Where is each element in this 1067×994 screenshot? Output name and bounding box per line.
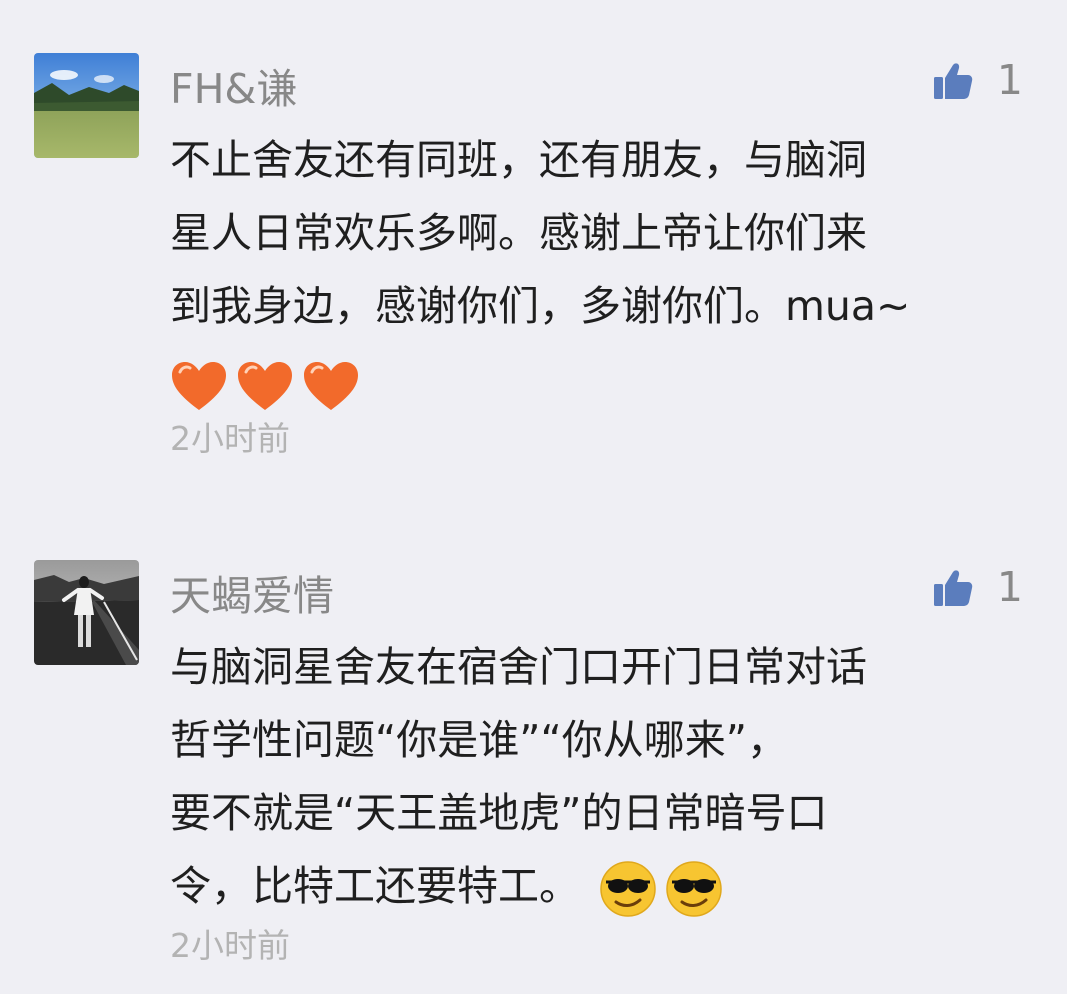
comment-timestamp: 2小时前	[170, 419, 290, 458]
like-count: 1	[996, 563, 1023, 611]
comment-text: 与脑洞星舍友在宿舍门口开门日常对话 哲学性问题“你是谁”“你从哪来”， 要不就是…	[170, 631, 1030, 923]
comment-username[interactable]: 天蝎爱情	[170, 576, 334, 617]
emoji-line	[170, 343, 1030, 416]
avatar[interactable]	[34, 53, 139, 158]
comment-text-line: 到我身边，感谢你们，多谢你们。mua~	[170, 282, 911, 330]
sunglasses-emoji	[600, 861, 656, 917]
thumbs-up-icon	[933, 62, 973, 99]
heart-emoji	[172, 362, 226, 410]
like-button[interactable]: 1	[933, 567, 1023, 608]
road-figure-avatar-image	[34, 560, 139, 665]
comment-text-line: 与脑洞星舍友在宿舍门口开门日常对话	[170, 643, 867, 691]
comment-text-line: 不止舍友还有同班，还有朋友，与脑洞	[170, 136, 867, 184]
comment-text-line: 哲学性问题“你是谁”“你从哪来”，	[170, 716, 788, 764]
heart-emoji	[304, 362, 358, 410]
like-button[interactable]: 1	[933, 60, 1023, 101]
landscape-avatar-image	[34, 53, 139, 158]
comment-username[interactable]: FH&谦	[170, 69, 297, 110]
emoji-row	[599, 860, 723, 918]
emoji-row	[170, 360, 360, 412]
comment-timestamp: 2小时前	[170, 926, 290, 965]
sunglasses-emoji	[666, 861, 722, 917]
comment-text: 不止舍友还有同班，还有朋友，与脑洞 星人日常欢乐多啊。感谢上帝让你们来 到我身边…	[170, 124, 1030, 416]
like-count: 1	[996, 56, 1023, 104]
heart-emoji	[238, 362, 292, 410]
comment-text-fragment: 令，比特工还要特工。	[170, 862, 580, 910]
comment-text-line-with-emoji: 令，比特工还要特工。	[170, 850, 1030, 923]
comment-text-line: 星人日常欢乐多啊。感谢上帝让你们来	[170, 209, 867, 257]
thumbs-up-icon	[933, 569, 973, 606]
comment-text-line: 要不就是“天王盖地虎”的日常暗号口	[170, 789, 828, 837]
avatar[interactable]	[34, 560, 139, 665]
